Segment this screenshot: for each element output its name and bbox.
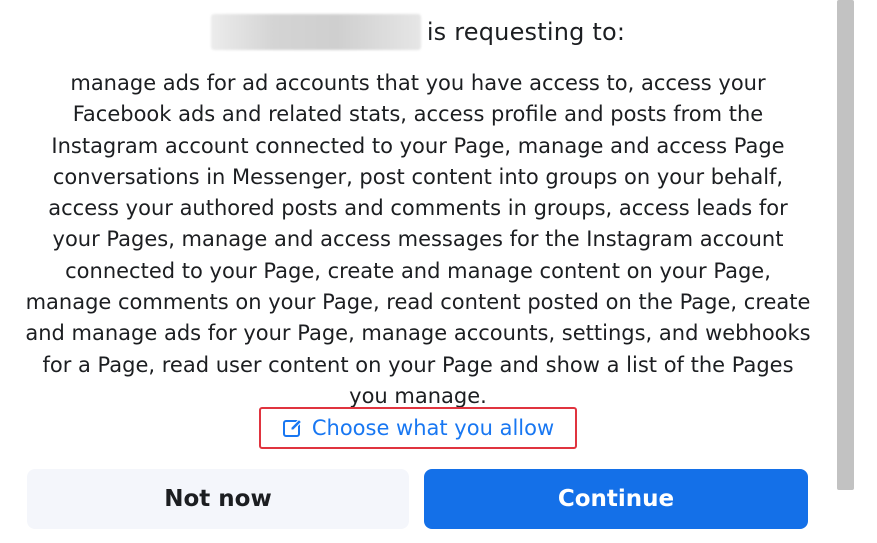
app-name-redacted [210,14,421,50]
continue-button[interactable]: Continue [424,469,808,529]
not-now-button[interactable]: Not now [27,469,409,529]
choose-what-you-allow-link[interactable]: Choose what you allow [259,407,577,449]
dialog-header: is requesting to: [0,14,836,50]
requesting-text: is requesting to: [426,18,626,46]
scrollbar-thumb[interactable] [837,0,854,490]
window-edge [855,0,877,543]
choose-link-label: Choose what you allow [311,416,555,440]
permissions-description: manage ads for ad accounts that you have… [25,71,811,408]
edit-icon [282,417,304,439]
permission-dialog: is requesting to: manage ads for ad acco… [0,0,836,543]
